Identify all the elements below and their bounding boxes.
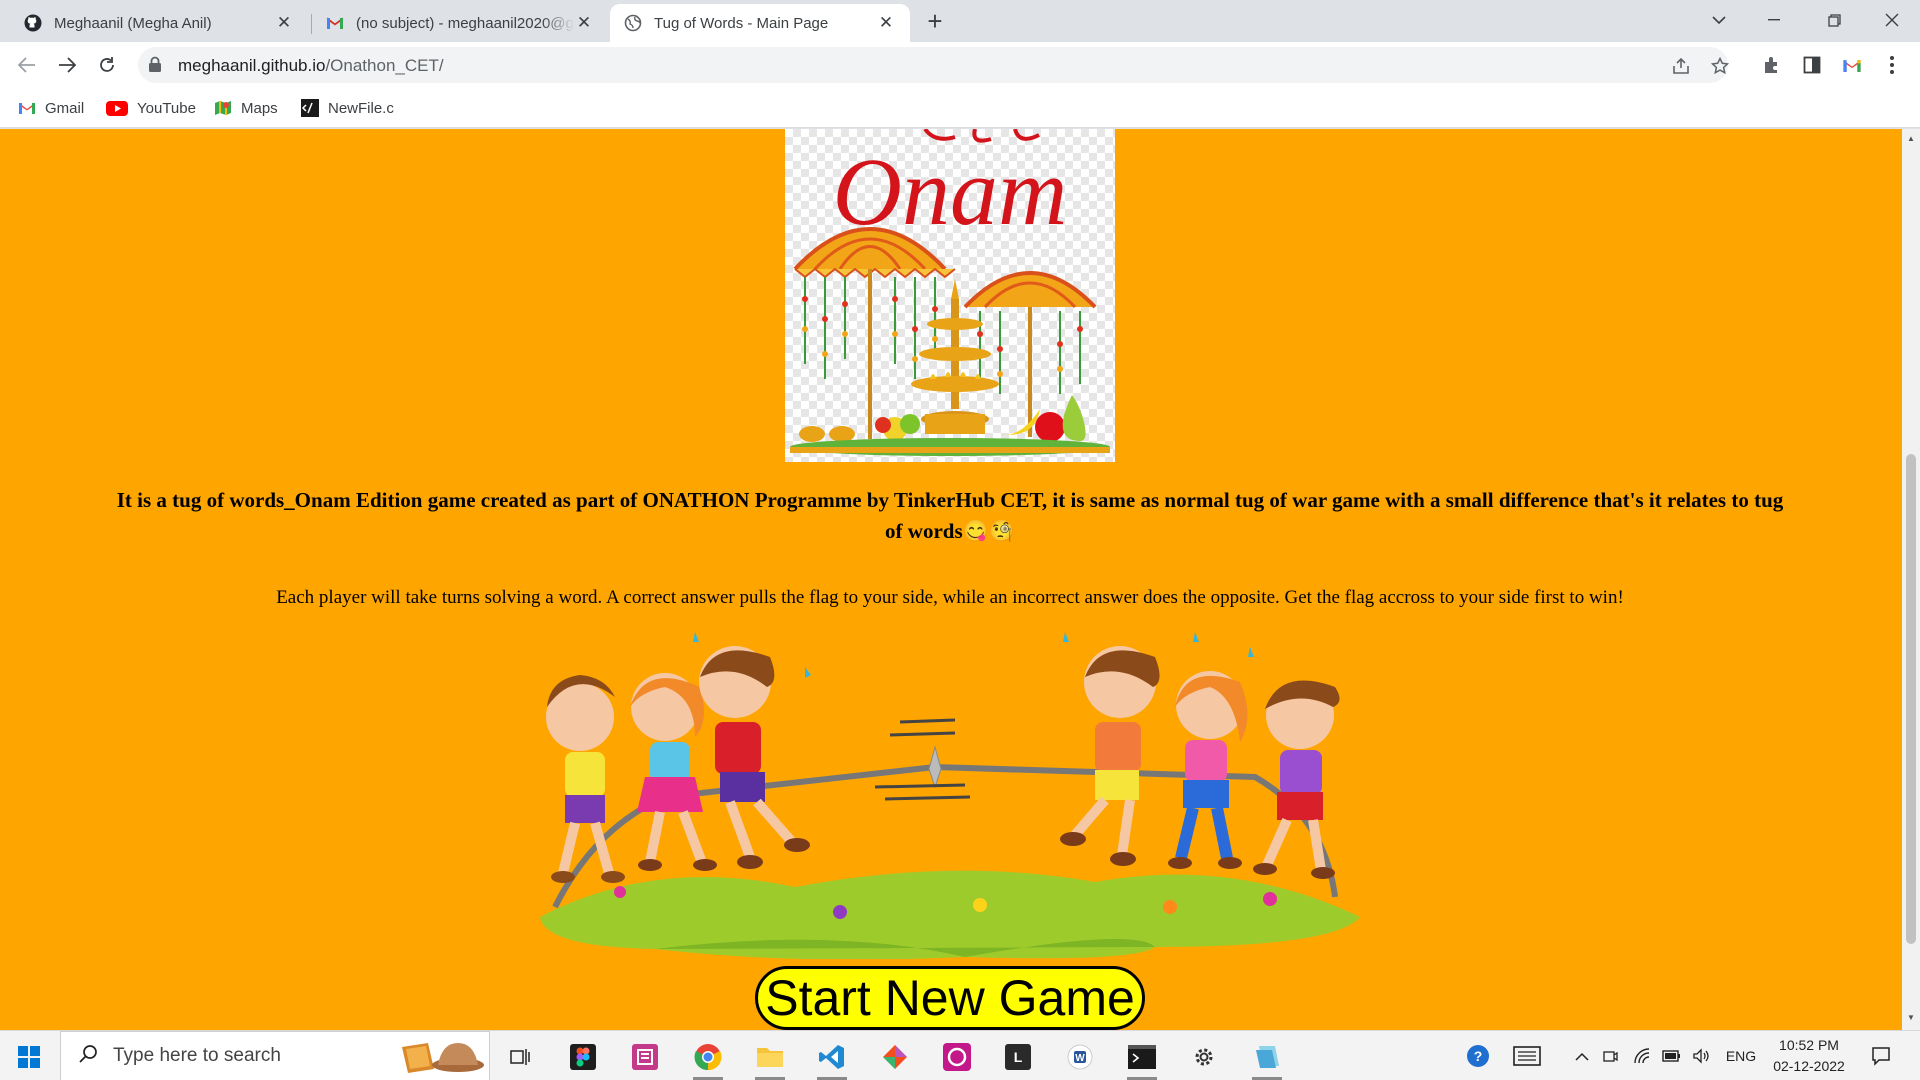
- back-icon[interactable]: [12, 50, 42, 80]
- github-icon: [24, 14, 42, 32]
- tab-title: (no subject) - meghaanil2020@gmail.com: [356, 14, 574, 32]
- tab-tug-of-words[interactable]: Tug of Words - Main Page ✕: [610, 4, 910, 42]
- svg-text:W: W: [1075, 1053, 1085, 1064]
- file-explorer-icon[interactable]: [750, 1037, 790, 1080]
- page-viewport: Onam It is a tug of words_Onam Edition g…: [0, 129, 1902, 1030]
- gmail-icon: [326, 14, 344, 32]
- url-host: meghaanil.github.io: [178, 56, 326, 75]
- figma-icon[interactable]: [563, 1037, 603, 1077]
- keyboard-layout-icon[interactable]: [1512, 1043, 1542, 1069]
- bookmark-gmail[interactable]: Gmail: [18, 97, 84, 119]
- battery-icon[interactable]: [1661, 1043, 1683, 1069]
- svg-text:L: L: [1014, 1049, 1023, 1065]
- address-bar[interactable]: meghaanil.github.io/Onathon_CET/: [138, 47, 1731, 83]
- browser-toolbar: meghaanil.github.io/Onathon_CET/: [0, 42, 1920, 88]
- clock-time: 10:52 PM: [1779, 1037, 1839, 1053]
- bookmark-star-icon[interactable]: [1709, 55, 1731, 77]
- tab-github[interactable]: Meghaanil (Megha Anil) ✕: [10, 4, 308, 42]
- file-code-icon: [301, 99, 319, 117]
- help-icon[interactable]: ?: [1466, 1043, 1492, 1069]
- volume-icon[interactable]: [1691, 1043, 1711, 1069]
- bookmarks-bar: Gmail YouTube Maps NewFile.c: [0, 88, 1920, 128]
- settings-icon[interactable]: [1184, 1037, 1224, 1077]
- tab-strip: Meghaanil (Megha Anil) ✕ (no subject) - …: [0, 0, 1920, 42]
- scroll-down-arrow-icon[interactable]: ▼: [1906, 1013, 1916, 1022]
- extensions-icon[interactable]: [1761, 54, 1783, 76]
- reader-icon[interactable]: [625, 1037, 665, 1077]
- right-kid-1: [1060, 646, 1160, 866]
- tab-search-chevron-icon[interactable]: [1697, 0, 1741, 40]
- search-highlight-icon: [396, 1037, 486, 1080]
- side-panel-icon[interactable]: [1801, 54, 1823, 76]
- search-placeholder: Type here to search: [113, 1045, 281, 1066]
- lock-icon[interactable]: [148, 56, 162, 78]
- url-path: /Onathon_CET/: [325, 56, 444, 75]
- scroll-up-arrow-icon[interactable]: ▲: [1906, 134, 1916, 143]
- meet-now-icon[interactable]: [1600, 1043, 1620, 1069]
- menu-kebab-icon[interactable]: [1881, 54, 1903, 76]
- system-clock[interactable]: 10:52 PM 02-12-2022: [1766, 1035, 1852, 1077]
- right-kid-2: [1168, 671, 1248, 869]
- start-new-game-button[interactable]: Start New Game: [755, 966, 1145, 1030]
- bookmark-label: Gmail: [45, 99, 85, 117]
- svg-text:?: ?: [1474, 1048, 1483, 1064]
- search-icon: [79, 1044, 99, 1069]
- gmail-extension-icon[interactable]: [1841, 54, 1863, 76]
- forward-icon[interactable]: [52, 50, 82, 80]
- notes-icon[interactable]: [1247, 1037, 1287, 1080]
- scrollbar-thumb[interactable]: [1906, 454, 1916, 944]
- left-kid-3: [699, 646, 810, 869]
- left-kid-1: [546, 675, 625, 883]
- word-icon[interactable]: W: [1060, 1037, 1100, 1077]
- right-kid-3: [1253, 680, 1340, 879]
- tug-of-war-illustration: [535, 627, 1365, 960]
- youtube-icon: [106, 99, 128, 117]
- maps-icon: [214, 99, 232, 117]
- task-view-icon[interactable]: [500, 1037, 540, 1077]
- minimize-icon[interactable]: [1752, 0, 1796, 40]
- clock-date: 02-12-2022: [1773, 1058, 1845, 1074]
- bookmark-maps[interactable]: Maps: [214, 97, 278, 119]
- l-app-icon[interactable]: L: [998, 1037, 1038, 1077]
- tab-title: Meghaanil (Megha Anil): [54, 14, 212, 32]
- url-text: meghaanil.github.io/Onathon_CET/: [178, 56, 444, 76]
- bookmark-label: YouTube: [137, 99, 196, 117]
- share-icon[interactable]: [1670, 55, 1692, 77]
- windows-taskbar: Type here to search L W ? ENG 10:52 PM 0…: [0, 1030, 1920, 1080]
- left-kid-2: [630, 673, 717, 871]
- terminal-icon[interactable]: [1122, 1037, 1162, 1080]
- language-indicator[interactable]: ENG: [1724, 1043, 1758, 1069]
- taskbar-search-box[interactable]: Type here to search: [60, 1031, 490, 1080]
- bookmark-youtube[interactable]: YouTube: [106, 97, 196, 119]
- page-scrollbar[interactable]: ▲ ▼: [1902, 129, 1920, 1030]
- chrome-icon[interactable]: [688, 1037, 728, 1080]
- windows-start-icon[interactable]: [18, 1046, 40, 1068]
- reload-icon[interactable]: [92, 50, 122, 80]
- wifi-icon[interactable]: [1632, 1043, 1652, 1069]
- bookmark-label: Maps: [241, 99, 278, 117]
- git-icon[interactable]: [875, 1037, 915, 1077]
- onam-banner-image: Onam: [785, 129, 1115, 462]
- game-instructions: Each player will take turns solving a wo…: [276, 587, 1624, 608]
- notification-center-icon[interactable]: [1866, 1043, 1896, 1069]
- new-tab-button[interactable]: +: [921, 6, 949, 36]
- close-icon[interactable]: ✕: [274, 13, 294, 33]
- bookmark-newfile[interactable]: NewFile.c: [301, 97, 394, 119]
- tab-gmail[interactable]: (no subject) - meghaanil2020@gmail.com ✕: [312, 4, 608, 42]
- globe-icon: [624, 14, 642, 32]
- vscode-icon[interactable]: [812, 1037, 852, 1080]
- tab-title: Tug of Words - Main Page: [654, 14, 829, 32]
- restore-icon[interactable]: [1812, 0, 1856, 40]
- window-close-icon[interactable]: [1870, 0, 1914, 40]
- close-icon[interactable]: ✕: [876, 13, 896, 33]
- game-description-bold: It is a tug of words_Onam Edition game c…: [116, 488, 1784, 543]
- gmail-icon: [18, 99, 36, 117]
- app-icon[interactable]: [937, 1037, 977, 1077]
- show-hidden-icons-chevron-icon[interactable]: [1572, 1043, 1592, 1069]
- close-icon[interactable]: ✕: [574, 13, 594, 33]
- bookmark-label: NewFile.c: [328, 99, 394, 117]
